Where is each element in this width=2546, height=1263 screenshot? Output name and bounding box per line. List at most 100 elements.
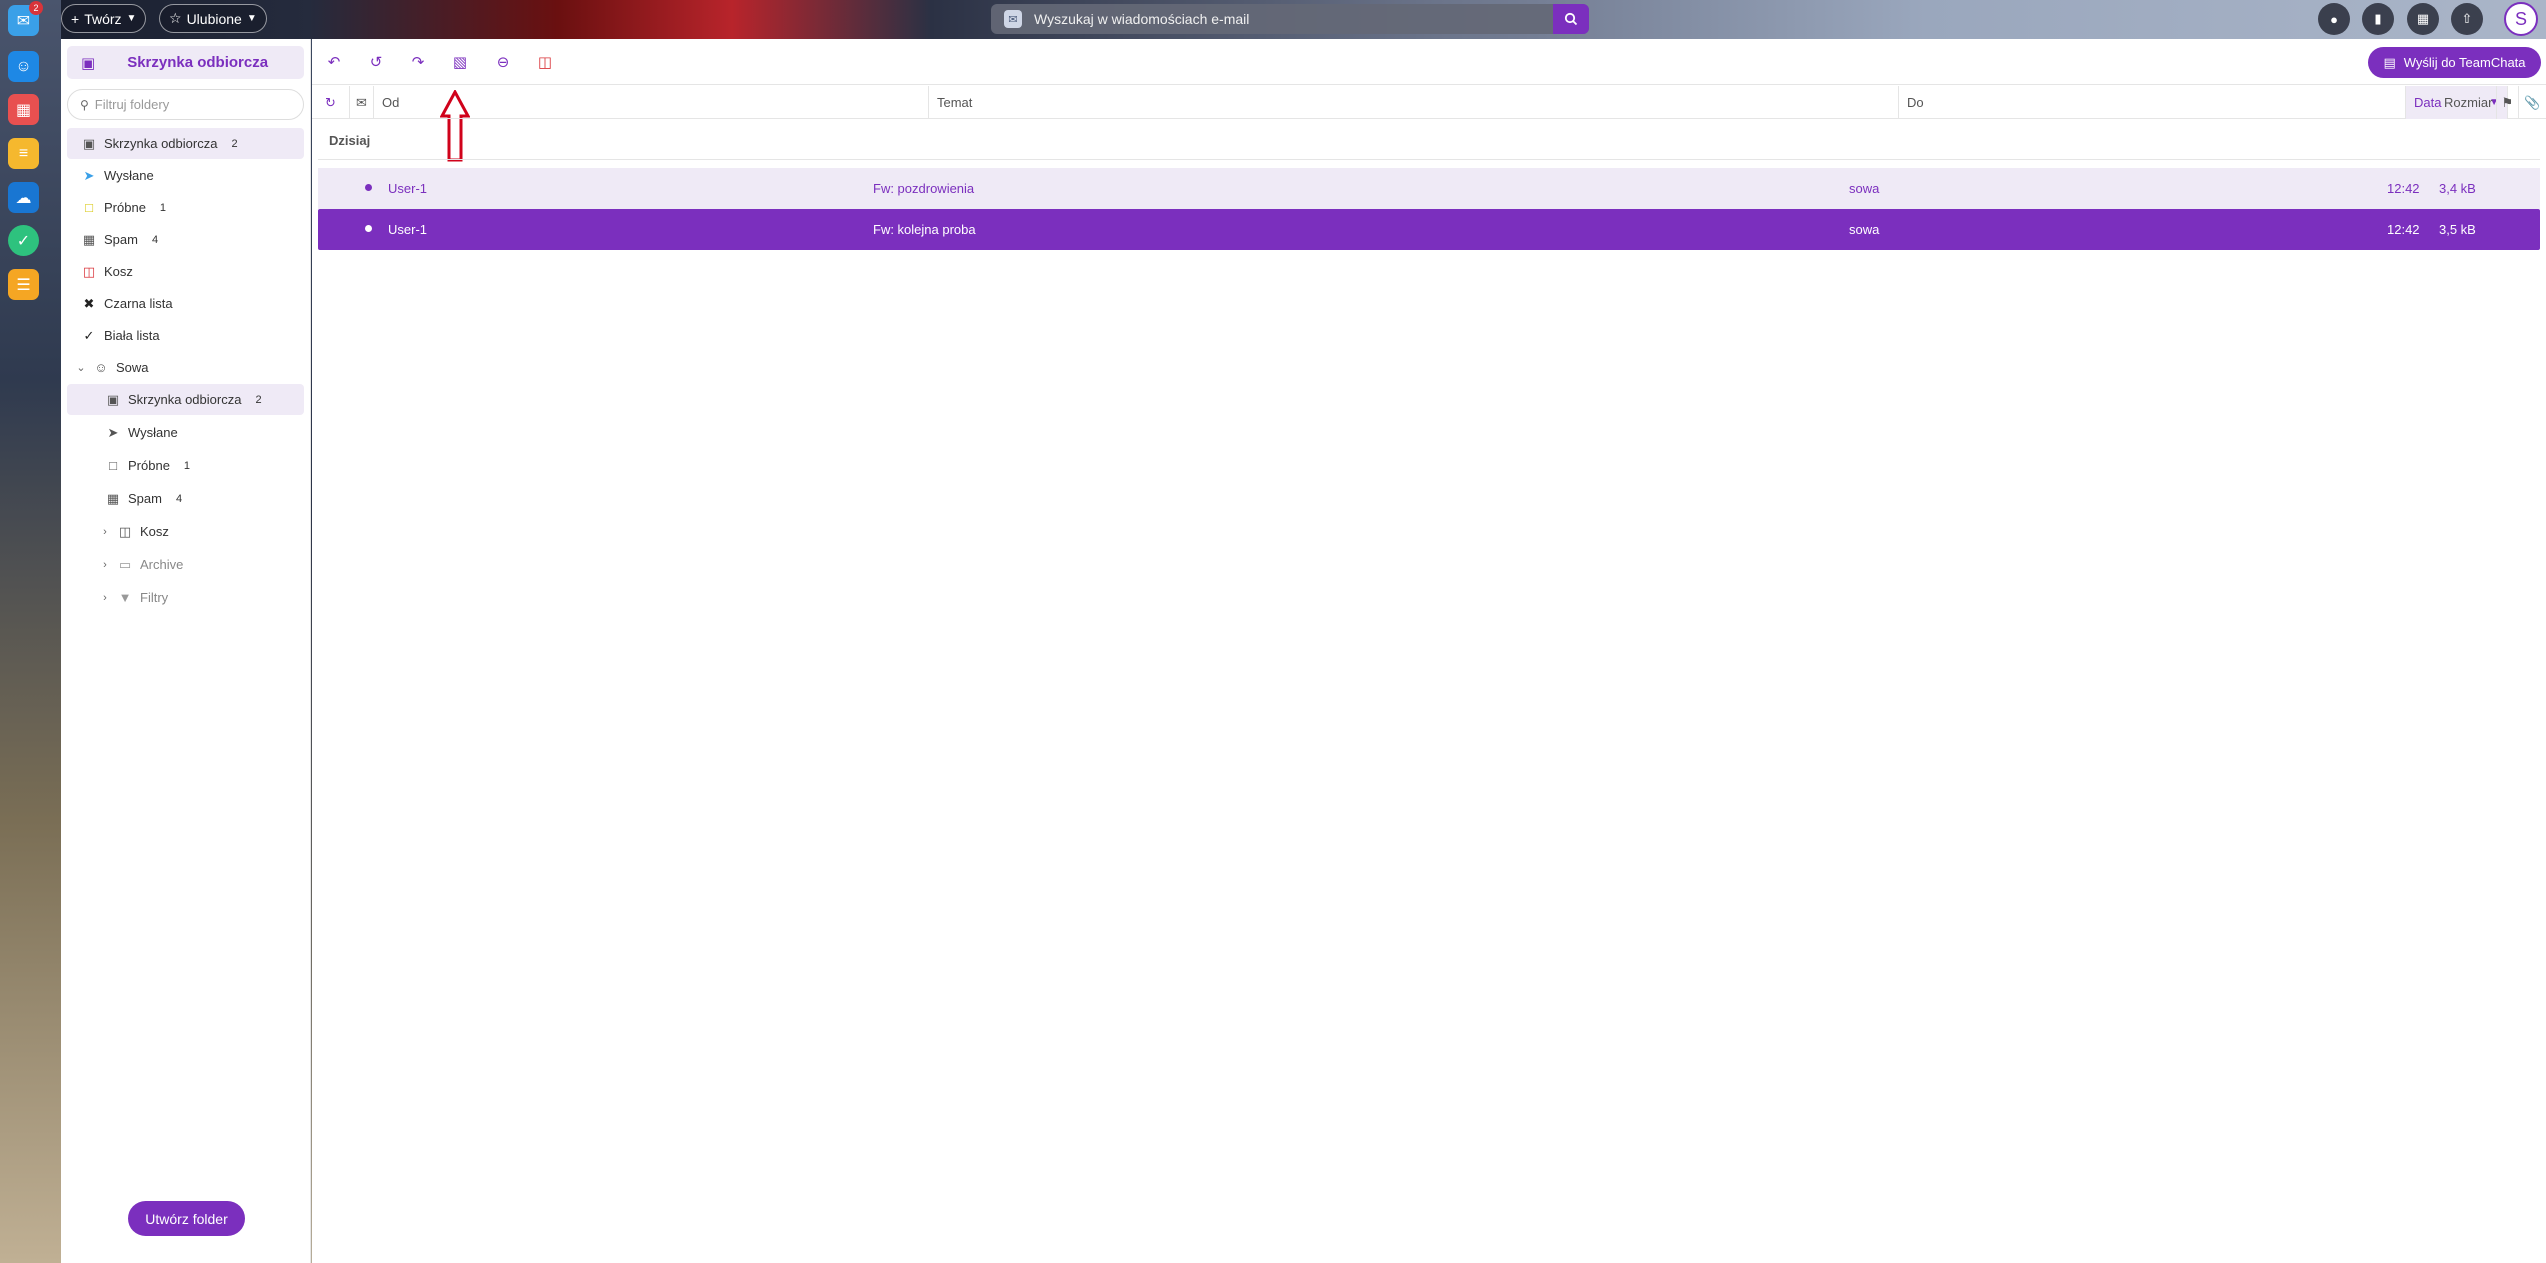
read-dot-icon	[365, 225, 372, 232]
search-icon: ⚲	[80, 97, 89, 112]
spam-icon: ▦	[106, 490, 120, 506]
search-scope-icon[interactable]: ✉	[1004, 10, 1022, 28]
folder-item-sent[interactable]: ➤ Wysłane	[82, 160, 154, 191]
message-subject: Fw: pozdrowienia	[873, 181, 975, 196]
avatar[interactable]: S	[2504, 2, 2538, 36]
inbox-icon: ▣	[106, 391, 120, 407]
reply-all-icon[interactable]: ↺	[364, 50, 388, 74]
account-folder-filters[interactable]: › ▼ Filtry	[100, 582, 168, 613]
trash-icon: ◫	[118, 523, 132, 539]
mail-app-icon[interactable]: ✉ 2	[8, 1, 43, 36]
chevron-down-icon: ▼	[246, 13, 257, 24]
tasks-app-icon[interactable]: ✓	[8, 225, 39, 256]
forward-icon[interactable]: ↷	[406, 50, 430, 74]
check-circle-icon: ✓	[83, 327, 95, 343]
search-input[interactable]	[1034, 11, 1553, 27]
calendar-app-icon[interactable]: ▦	[8, 94, 39, 125]
drive-app-icon[interactable]: ☁	[8, 182, 39, 213]
favorites-button[interactable]: ☆ Ulubione ▼	[159, 4, 267, 33]
message-from: User-1	[388, 181, 428, 196]
account-sowa[interactable]: ⌄ ☺ Sowa	[76, 352, 148, 383]
draft-icon: □	[109, 458, 117, 473]
column-from[interactable]: Od	[374, 86, 929, 119]
flag-column[interactable]: ⚑	[2497, 86, 2519, 119]
message-list-area: ↶ ↺ ↷ ▧ ⊖ ◫ ▤ Wyślij do TeamChata ↻ ✉ Od…	[312, 39, 2546, 1263]
contacts-app-icon[interactable]: ☺	[8, 51, 39, 82]
read-status-column[interactable]: ✉	[350, 86, 374, 119]
refresh-icon[interactable]: ↻	[312, 86, 350, 119]
create-folder-button[interactable]: Utwórz folder	[128, 1201, 245, 1236]
files-app-icon[interactable]: ☰	[8, 269, 39, 300]
folder-item-whitelist[interactable]: ✓ Biała lista	[82, 320, 160, 351]
chevron-right-icon[interactable]: ›	[100, 592, 110, 604]
message-subject: Fw: kolejna proba	[873, 222, 976, 237]
account-folder-inbox[interactable]: ▣ Skrzynka odbiorcza 2	[67, 384, 304, 415]
folder-filter: ⚲	[67, 89, 304, 120]
send-icon: ➤	[83, 167, 95, 183]
chat-icon[interactable]: ●	[2318, 3, 2350, 35]
send-to-teamchat-button[interactable]: ▤ Wyślij do TeamChata	[2368, 47, 2541, 78]
teamchat-icon: ▤	[2383, 54, 2396, 70]
search-button[interactable]	[1553, 4, 1589, 34]
chevron-down-icon[interactable]: ⌄	[76, 361, 86, 374]
account-folder-sent[interactable]: ➤ Wysłane	[106, 417, 178, 448]
message-row-selected[interactable]: User-1 Fw: kolejna proba sowa 12:42 3,5 …	[318, 209, 2540, 250]
spam-icon: ▦	[82, 231, 96, 247]
chevron-right-icon[interactable]: ›	[100, 559, 110, 571]
folder-item-inbox[interactable]: ▣ Skrzynka odbiorcza 2	[67, 128, 304, 159]
upload-icon[interactable]: ⇧	[2451, 3, 2483, 35]
account-folder-spam[interactable]: ▦ Spam 4	[106, 483, 182, 514]
current-folder-header[interactable]: ▣ Skrzynka odbiorcza	[67, 46, 304, 79]
message-size: 3,4 kB	[2439, 181, 2476, 196]
mail-unread-badge: 2	[29, 1, 43, 15]
calendar-icon[interactable]: ▦	[2407, 3, 2439, 35]
message-to: sowa	[1849, 222, 1880, 237]
column-to[interactable]: Do	[1899, 86, 2406, 119]
account-folder-archive[interactable]: › ▭ Archive	[100, 549, 183, 580]
draft-icon: □	[85, 200, 93, 215]
folder-count-badge: 1	[159, 201, 167, 214]
flag-icon: ⚑	[2501, 94, 2514, 110]
account-folder-drafts[interactable]: □ Próbne 1	[106, 450, 190, 481]
message-toolbar: ↶ ↺ ↷ ▧ ⊖ ◫ ▤ Wyślij do TeamChata	[312, 39, 2546, 85]
search-icon	[1564, 12, 1578, 26]
message-time: 12:42	[2387, 181, 2420, 196]
block-icon[interactable]: ⊖	[491, 50, 515, 74]
chevron-down-icon: ▼	[126, 13, 137, 24]
filter-icon: ▼	[118, 590, 132, 605]
star-icon: ☆	[169, 10, 182, 26]
folder-panel: ▣ Skrzynka odbiorcza ⚲ ▣ Skrzynka odbior…	[61, 39, 311, 1263]
folder-item-spam[interactable]: ▦ Spam 4	[82, 224, 158, 255]
folder-icon: ▭	[118, 556, 132, 572]
folder-count-badge: 2	[231, 137, 238, 150]
folder-filter-input[interactable]	[94, 97, 275, 112]
attachment-column[interactable]: 📎	[2519, 86, 2546, 119]
message-time: 12:42	[2387, 222, 2420, 237]
send-icon: ➤	[107, 424, 119, 440]
date-group-label: Dzisiaj	[329, 133, 371, 148]
blocked-icon: ✖	[83, 295, 95, 311]
folder-count-badge: 4	[175, 492, 183, 505]
app-dock: ✉ 2 ☺ ▦ ≡ ☁ ✓ ☰	[0, 0, 61, 1263]
notes-app-icon[interactable]: ≡	[8, 138, 39, 169]
delete-icon[interactable]: ◫	[533, 50, 557, 74]
divider	[318, 159, 2540, 160]
top-bar: + Twórz ▼ ☆ Ulubione ▼ ✉ ● ▮ ▦ ⇧ S	[61, 0, 2546, 39]
messages-icon[interactable]: ▮	[2362, 3, 2394, 35]
column-subject[interactable]: Temat	[929, 86, 1899, 119]
folder-item-drafts[interactable]: □ Próbne 1	[82, 192, 166, 223]
folder-item-trash[interactable]: ◫ Kosz	[82, 256, 133, 287]
column-size[interactable]: Rozmiar	[2438, 86, 2497, 119]
folder-item-blacklist[interactable]: ✖ Czarna lista	[82, 288, 173, 319]
mark-spam-icon[interactable]: ▧	[448, 50, 472, 74]
folder-count-badge: 2	[255, 393, 262, 406]
chevron-right-icon[interactable]: ›	[100, 526, 110, 538]
message-from: User-1	[388, 222, 428, 237]
message-row[interactable]: User-1 Fw: pozdrowienia sowa 12:42 3,4 k…	[318, 168, 2540, 209]
account-folder-trash[interactable]: › ◫ Kosz	[100, 516, 169, 547]
reply-icon[interactable]: ↶	[322, 50, 346, 74]
envelope-icon: ✉	[356, 94, 367, 110]
folder-count-badge: 1	[183, 459, 191, 472]
inbox-icon: ▣	[81, 54, 96, 72]
create-button[interactable]: + Twórz ▼	[61, 4, 147, 33]
